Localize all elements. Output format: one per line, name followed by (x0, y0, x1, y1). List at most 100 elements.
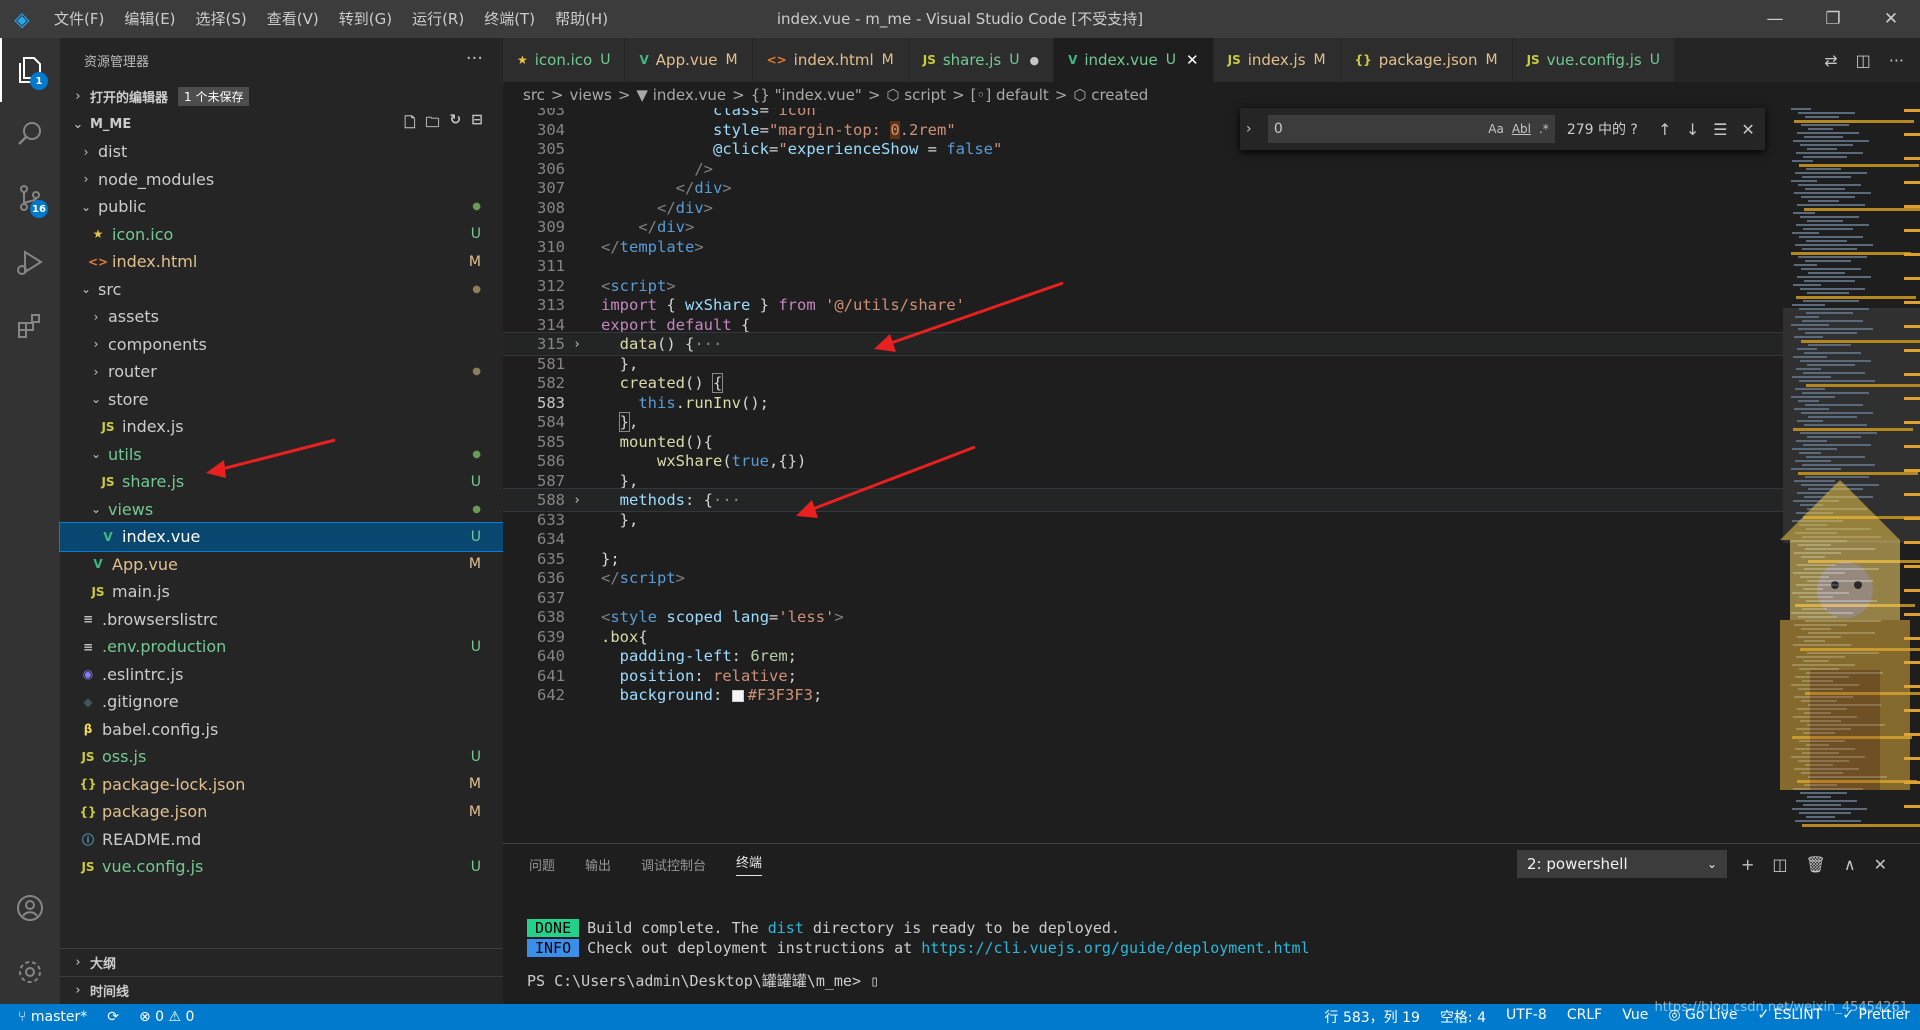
find-input[interactable]: 0 Aa Abl .* (1267, 115, 1555, 143)
tree-file[interactable]: ≡ .env.production U (60, 633, 503, 661)
encoding[interactable]: UTF-8 (1506, 1007, 1547, 1027)
breadcrumb-item[interactable]: views (569, 86, 611, 104)
menu-item[interactable]: 帮助(H) (545, 0, 618, 38)
more-actions-icon[interactable]: ··· (466, 48, 483, 69)
editor-tab[interactable]: Vindex.vue U ✕ (1054, 38, 1214, 82)
menu-item[interactable]: 选择(S) (186, 0, 257, 38)
tree-file[interactable]: JS oss.js U (60, 743, 503, 771)
breadcrumb-item[interactable]: {} "index.vue" (751, 86, 862, 104)
breadcrumb-item[interactable]: [◦] default (971, 86, 1049, 104)
refresh-icon[interactable]: ↻ (450, 112, 462, 136)
terminal-output[interactable]: DONE Build complete. The dist directory i… (527, 918, 1310, 990)
terminal-select[interactable]: 2: powershell ⌄ (1517, 850, 1727, 878)
find-in-selection-icon[interactable]: ☰ (1709, 120, 1731, 139)
split-editor-icon[interactable]: ◫ (1856, 51, 1871, 70)
menu-item[interactable]: 文件(F) (44, 0, 114, 38)
kill-terminal-icon[interactable]: 🗑 (1806, 855, 1826, 874)
tree-folder[interactable]: ⌄ views ● (60, 496, 503, 524)
maximize-panel-icon[interactable]: ∧ (1844, 855, 1856, 874)
run-debug-activity[interactable] (0, 230, 60, 294)
new-terminal-icon[interactable]: + (1741, 855, 1754, 874)
editor-tab[interactable]: V App.vue M (625, 38, 753, 82)
tree-file[interactable]: ◆ .gitignore (60, 688, 503, 716)
tree-file[interactable]: JS share.js U (60, 468, 503, 496)
unsaved-dot-icon[interactable]: ● (1029, 54, 1039, 67)
tree-file[interactable]: β babel.config.js (60, 716, 503, 744)
code-line[interactable]: 642 background: #F3F3F3; (503, 683, 1783, 707)
match-word-icon[interactable]: Abl (1512, 122, 1531, 136)
tree-folder[interactable]: ⌄ src ● (60, 276, 503, 304)
panel-tab[interactable]: 问题 (529, 855, 555, 874)
language-mode[interactable]: Vue (1622, 1007, 1648, 1027)
minimize-button[interactable]: — (1746, 0, 1804, 38)
menu-item[interactable]: 运行(R) (402, 0, 474, 38)
sync-icon[interactable]: ⟳ (107, 1009, 119, 1025)
regex-icon[interactable]: .* (1539, 122, 1549, 136)
tree-folder[interactable]: › components (60, 331, 503, 359)
menu-item[interactable]: 终端(T) (474, 0, 545, 38)
editor-tab[interactable]: JS index.js M (1213, 38, 1341, 82)
manage-activity[interactable] (0, 940, 60, 1004)
tree-file[interactable]: V App.vue M (60, 551, 503, 579)
compare-icon[interactable]: ⇄ (1824, 51, 1837, 70)
tree-folder[interactable]: › dist (60, 138, 503, 166)
panel-tab[interactable]: 输出 (585, 855, 611, 874)
editor-tab[interactable]: <> index.html M (752, 38, 909, 82)
menu-item[interactable]: 查看(V) (257, 0, 329, 38)
fold-chevron-icon[interactable]: › (565, 493, 589, 508)
panel-tab[interactable]: 调试控制台 (641, 855, 706, 874)
tree-file[interactable]: ≡ .browserslistrc (60, 606, 503, 634)
project-section[interactable]: ⌄ M_ME 🗋 🗀 ↻ ⊟ (60, 110, 503, 138)
menu-item[interactable]: 编辑(E) (114, 0, 185, 38)
tree-folder[interactable]: › router ● (60, 358, 503, 386)
breadcrumb-item[interactable]: ▼ index.vue (636, 86, 726, 104)
outline-section[interactable]: › 大纲 (60, 948, 503, 976)
breadcrumb-item[interactable]: src (523, 86, 545, 104)
breadcrumb-item[interactable]: ⬡ script (886, 86, 946, 104)
more-icon[interactable]: ··· (1889, 51, 1904, 70)
new-file-icon[interactable]: 🗋 (404, 112, 415, 136)
fold-chevron-icon[interactable]: › (565, 337, 589, 352)
previous-match-icon[interactable]: ↑ (1654, 120, 1676, 139)
cursor-position[interactable]: 行 583，列 19 (1325, 1007, 1420, 1027)
tree-folder[interactable]: ⌄ public ● (60, 193, 503, 221)
source-control-activity[interactable]: 16 (0, 166, 60, 230)
tree-folder[interactable]: ⌄ store (60, 386, 503, 414)
tree-file[interactable]: <> index.html M (60, 248, 503, 276)
tree-file[interactable]: ◉ .eslintrc.js (60, 661, 503, 689)
extensions-activity[interactable] (0, 294, 60, 358)
tree-file[interactable]: ★ icon.ico U (60, 221, 503, 249)
close-find-icon[interactable]: ✕ (1737, 120, 1759, 139)
tree-file[interactable]: {} package-lock.json M (60, 771, 503, 799)
tree-file[interactable]: JS vue.config.js U (60, 853, 503, 881)
close-panel-icon[interactable]: ✕ (1874, 855, 1887, 874)
close-tab-icon[interactable]: ✕ (1186, 51, 1199, 69)
tree-file[interactable]: Vindex.vue U (59, 522, 504, 552)
code-editor[interactable]: 303 class="icon" 304 style="margin-top: 0… (503, 108, 1783, 843)
tree-file[interactable]: ⓘ README.md (60, 826, 503, 854)
tree-file[interactable]: {} package.json M (60, 798, 503, 826)
tree-folder[interactable]: › node_modules (60, 166, 503, 194)
branch-indicator[interactable]: ⑂ master* (18, 1009, 87, 1025)
editor-tab[interactable]: ★ icon.ico U (503, 38, 626, 82)
problems-indicator[interactable]: ⊗ 0 ⚠ 0 (139, 1009, 194, 1025)
editor-tab[interactable]: JS share.js U ● (908, 38, 1055, 82)
editor-tab[interactable]: {} package.json M (1340, 38, 1513, 82)
next-match-icon[interactable]: ↓ (1682, 120, 1704, 139)
open-editors-section[interactable]: › 打开的编辑器 1 个未保存 (60, 82, 503, 110)
match-case-icon[interactable]: Aa (1488, 122, 1504, 136)
indentation[interactable]: 空格: 4 (1440, 1007, 1486, 1027)
breadcrumb-item[interactable]: ⬡ created (1073, 86, 1148, 104)
tree-file[interactable]: JS main.js (60, 578, 503, 606)
tree-file[interactable]: JS index.js (60, 413, 503, 441)
panel-tab[interactable]: 终端 (736, 852, 763, 876)
close-window-button[interactable]: ✕ (1862, 0, 1920, 38)
search-activity[interactable] (0, 102, 60, 166)
editor-tab[interactable]: JS vue.config.js U (1512, 38, 1675, 82)
timeline-section[interactable]: › 时间线 (60, 976, 503, 1004)
toggle-replace-icon[interactable]: › (1246, 121, 1262, 137)
split-terminal-icon[interactable]: ◫ (1772, 855, 1787, 874)
tree-folder[interactable]: › assets (60, 303, 503, 331)
end-of-line[interactable]: CRLF (1567, 1007, 1602, 1027)
collapse-all-icon[interactable]: ⊟ (471, 112, 483, 136)
